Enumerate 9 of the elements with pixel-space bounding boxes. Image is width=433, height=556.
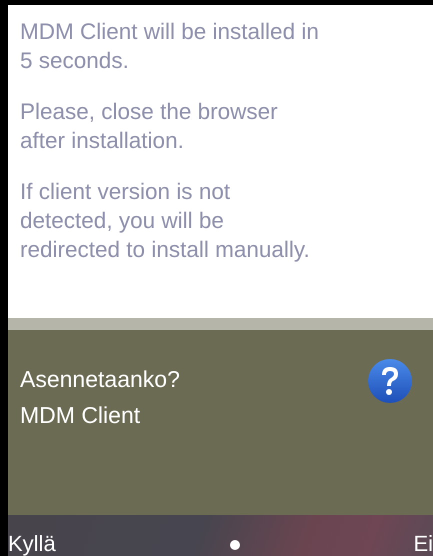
dialog-question: Asennetaanko? [20, 365, 180, 394]
message-paragraph: Please, close the browser after installation. [20, 98, 279, 155]
center-key-dot-icon[interactable] [230, 540, 240, 550]
message-paragraph: MDM Client will be installed in 5 seconds. [20, 18, 320, 75]
softkey-right[interactable]: Ei [413, 532, 433, 556]
question-icon [367, 358, 413, 404]
softkey-left[interactable]: Kyllä [8, 532, 56, 556]
message-paragraph: If client version is not detected, you will be redirected to install manually. [20, 178, 311, 264]
dialog-item-name: MDM Client [20, 401, 140, 430]
